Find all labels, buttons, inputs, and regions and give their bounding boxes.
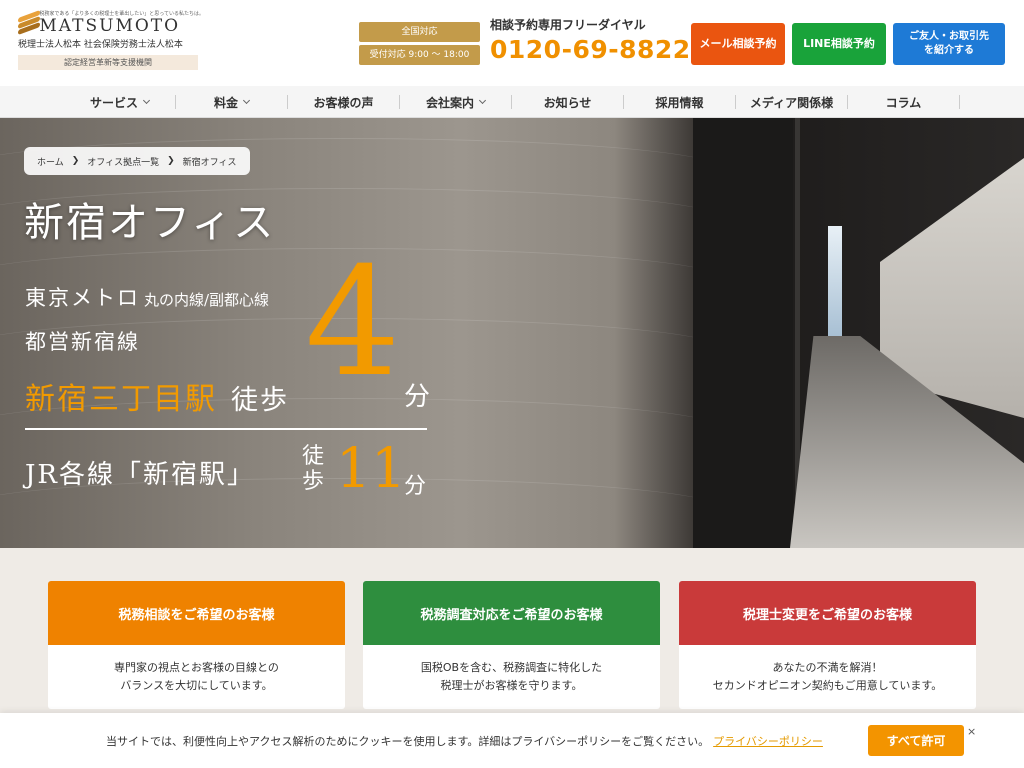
minutes-unit-jr: 分 xyxy=(404,474,427,499)
hero-divider xyxy=(25,428,427,430)
privacy-policy-link[interactable]: プライバシーポリシー xyxy=(713,735,823,748)
card-line: セカンドオピニオン契約もご用意しています。 xyxy=(712,679,943,692)
introduce-label-2: を紹介する xyxy=(924,45,974,56)
logo-name: MATSUMOTO xyxy=(39,16,181,36)
card-body: 専門家の視点とお客様の目線との バランスを大切にしています。 xyxy=(48,645,345,709)
card-tax-audit[interactable]: 税務調査対応をご希望のお客様 国税OBを含む、税務調査に特化した 税理士がお客様… xyxy=(363,581,660,709)
nav-item-services[interactable]: サービス xyxy=(64,95,176,110)
cookie-message: 当サイトでは、利便性向上やアクセス解析のためにクッキーを使用します。詳細はプライ… xyxy=(106,735,710,748)
card-line: 専門家の視点とお客様の目線との xyxy=(114,661,279,674)
breadcrumb-offices[interactable]: オフィス拠点一覧 xyxy=(87,155,159,168)
phone-block[interactable]: 相談予約専用フリーダイヤル 0120-69-8822 xyxy=(490,16,691,64)
nav-item-company[interactable]: 会社案内 xyxy=(400,95,512,110)
card-tax-consult[interactable]: 税務相談をご希望のお客様 専門家の視点とお客様の目線との バランスを大切にしてい… xyxy=(48,581,345,709)
metro-lines: 丸の内線/副都心線 xyxy=(144,291,270,309)
card-line: バランスを大切にしています。 xyxy=(120,679,273,692)
cookie-text: 当サイトでは、利便性向上やアクセス解析のためにクッキーを使用します。詳細はプライ… xyxy=(106,733,823,749)
hours-label: 受付対応 9:00 〜 18:00 xyxy=(359,45,480,65)
phone-label: 相談予約専用フリーダイヤル xyxy=(490,18,646,32)
introduce-label-1: ご友人・お取引先 xyxy=(909,31,989,42)
nav-label: お客様の声 xyxy=(313,95,374,110)
nav-item-news[interactable]: お知らせ xyxy=(512,95,624,110)
breadcrumb-home[interactable]: ホーム xyxy=(37,155,64,168)
business-hours: 全国対応 受付対応 9:00 〜 18:00 xyxy=(359,22,480,65)
nav-label: お知らせ xyxy=(543,95,592,110)
chevron-right-icon: ❯ xyxy=(71,156,80,166)
nav-label: 採用情報 xyxy=(655,95,704,110)
card-accountant-change[interactable]: 税理士変更をご希望のお客様 あなたの不満を解消！ セカンドオピニオン契約もご用意… xyxy=(679,581,976,709)
logo-subtitle: 税理士法人松本 社会保険労務士法人松本 xyxy=(18,40,183,50)
card-line: 国税OBを含む、税務調査に特化した xyxy=(420,661,603,674)
nav-item-media[interactable]: メディア関係様 xyxy=(736,95,848,110)
chevron-down-icon xyxy=(242,96,251,105)
nav-label: 料金 xyxy=(213,95,238,110)
card-body: 国税OBを含む、税務調査に特化した 税理士がお客様を守ります。 xyxy=(363,645,660,709)
breadcrumb: ホーム ❯ オフィス拠点一覧 ❯ 新宿オフィス xyxy=(24,147,251,175)
metro-name: 東京メトロ xyxy=(25,286,140,310)
hero-corridor-light xyxy=(828,226,842,336)
nationwide-label: 全国対応 xyxy=(359,22,480,42)
nav-item-voices[interactable]: お客様の声 xyxy=(288,95,400,110)
card-body: あなたの不満を解消！ セカンドオピニオン契約もご用意しています。 xyxy=(679,645,976,709)
introduce-referral-button[interactable]: ご友人・お取引先 を紹介する xyxy=(893,23,1005,65)
access-toei: 都営新宿線 xyxy=(25,330,140,354)
card-title: 税理士変更をご希望のお客様 xyxy=(679,581,976,645)
nav-label: メディア関係様 xyxy=(749,95,834,110)
nav-item-pricing[interactable]: 料金 xyxy=(176,95,288,110)
mail-consult-button[interactable]: メール相談予約 xyxy=(691,23,785,65)
logo-mark-icon xyxy=(18,9,40,35)
walk-label: 徒歩 xyxy=(231,385,289,416)
chevron-right-icon: ❯ xyxy=(167,156,175,166)
minutes-unit: 分 xyxy=(404,382,431,412)
cookie-banner: 当サイトでは、利便性向上やアクセス解析のためにクッキーを使用します。詳細はプライ… xyxy=(0,713,1024,768)
chevron-down-icon xyxy=(142,96,151,105)
walk-minutes-jr: 11 xyxy=(336,436,406,500)
nav-label: サービス xyxy=(89,95,138,110)
certification-badge: 認定経営革新等支援機関 xyxy=(18,55,198,70)
close-icon[interactable]: × xyxy=(967,725,976,738)
nav-label: 会社案内 xyxy=(425,95,474,110)
hero-banner: ホーム ❯ オフィス拠点一覧 ❯ 新宿オフィス 新宿オフィス 東京メトロ 丸の内線… xyxy=(0,118,1024,548)
line-consult-button[interactable]: LINE相談予約 xyxy=(792,23,886,65)
access-station: 新宿三丁目駅 徒歩 xyxy=(25,374,289,418)
station-name: 新宿三丁目駅 xyxy=(25,382,217,417)
accept-all-button[interactable]: すべて許可 xyxy=(868,725,964,756)
site-header: 税務家である「より多くの税理士を輩出したい」と思っている私たちは。 MATSUM… xyxy=(0,0,1024,86)
phone-number[interactable]: 0120-69-8822 xyxy=(490,35,691,64)
page-title: 新宿オフィス xyxy=(24,200,276,246)
site-logo[interactable]: 税務家である「より多くの税理士を輩出したい」と思っている私たちは。 MATSUM… xyxy=(18,9,204,70)
hero-door xyxy=(693,118,793,548)
walk-label-vertical: 徒歩 xyxy=(302,444,325,494)
breadcrumb-current: 新宿オフィス xyxy=(182,157,237,168)
logo-top: 税務家である「より多くの税理士を輩出したい」と思っている私たちは。 MATSUM… xyxy=(18,9,204,35)
chevron-down-icon xyxy=(478,96,487,105)
card-title: 税務調査対応をご希望のお客様 xyxy=(363,581,660,645)
card-title: 税務相談をご希望のお客様 xyxy=(48,581,345,645)
access-jr: JR各線「新宿駅」 xyxy=(25,460,255,490)
walk-minutes-metro: 4 xyxy=(305,236,401,410)
nav-item-column[interactable]: コラム xyxy=(848,95,960,110)
nav-item-recruit[interactable]: 採用情報 xyxy=(624,95,736,110)
card-line: 税理士がお客様を守ります。 xyxy=(440,679,583,692)
nav-label: コラム xyxy=(885,95,922,110)
access-metro: 東京メトロ 丸の内線/副都心線 xyxy=(25,282,269,312)
main-nav: サービス 料金 お客様の声 会社案内 お知らせ 採用情報 メディア関係様 コラム xyxy=(0,86,1024,118)
logo-text: 税務家である「より多くの税理士を輩出したい」と思っている私たちは。 MATSUM… xyxy=(39,10,204,35)
card-line: あなたの不満を解消！ xyxy=(772,661,883,674)
